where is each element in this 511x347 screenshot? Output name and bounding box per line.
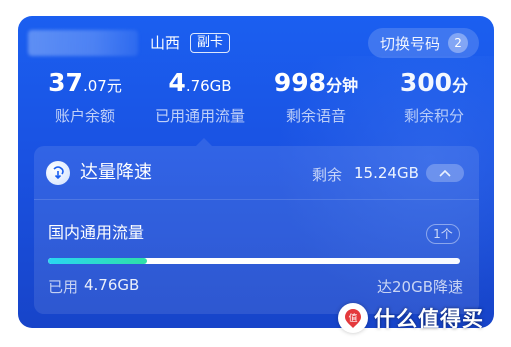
usage-progress-bar [48, 258, 460, 264]
chevron-up-icon [439, 169, 451, 177]
points-stat[interactable]: 300分 剩余积分 [384, 68, 484, 126]
traffic-value: 4.76GB [168, 68, 232, 97]
balance-label: 账户余额 [54, 107, 115, 125]
used-value: 4.76GB [84, 276, 140, 294]
switch-number-label: 切换号码 [380, 34, 441, 53]
masked-phone-number [28, 30, 138, 56]
package-panel: 达量降速 剩余 15.24GB 国内通用流量 1个 已用 4.76GB 达20G… [34, 146, 479, 314]
watermark-text: 什么值得买 [374, 307, 484, 331]
package-title: 达量降速 [80, 162, 152, 183]
remaining-value: 15.24GB [354, 164, 419, 182]
panel-divider [34, 199, 479, 200]
usage-progress-fill [48, 258, 147, 264]
collapse-button[interactable] [426, 164, 464, 182]
balance-stat[interactable]: 37.07元 账户余额 [30, 68, 140, 126]
points-label: 剩余积分 [403, 107, 464, 125]
switch-number-button[interactable]: 切换号码 2 [368, 28, 479, 58]
speed-limit-text: 达20GB降速 [376, 278, 463, 296]
switch-count-badge: 2 [448, 33, 469, 53]
download-arrow-icon [46, 161, 70, 185]
traffic-stat[interactable]: 4.76GB 已用通用流量 [140, 68, 260, 126]
flow-title: 国内通用流量 [48, 223, 145, 242]
smzdm-logo: 值 [338, 303, 368, 333]
voice-value: 998分钟 [273, 68, 359, 97]
svg-text:值: 值 [348, 312, 357, 324]
flow-count-badge[interactable]: 1个 [426, 224, 460, 244]
watermark: 值 什么值得买 [338, 303, 484, 333]
traffic-label: 已用通用流量 [154, 107, 245, 125]
province-label: 山西 [150, 34, 181, 52]
sub-card-badge: 副卡 [190, 33, 231, 53]
voice-stat[interactable]: 998分钟 剩余语音 [266, 68, 366, 126]
account-card: 山西 副卡 切换号码 2 37.07元 账户余额 4.76GB 已用通用流量 9… [18, 16, 494, 328]
selection-pointer [196, 138, 212, 146]
remaining-label: 剩余 [312, 166, 343, 184]
used-label: 已用 [48, 278, 79, 296]
points-value: 300分 [399, 68, 469, 97]
balance-value: 37.07元 [48, 68, 122, 97]
voice-label: 剩余语音 [285, 107, 346, 125]
